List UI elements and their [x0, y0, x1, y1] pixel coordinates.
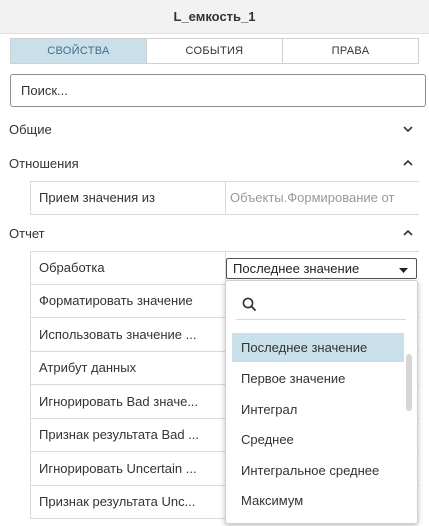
chevron-up-icon[interactable]: [403, 228, 413, 238]
section-general-label: Общие: [9, 121, 52, 137]
search-input[interactable]: [10, 74, 426, 107]
property-label: Игнорировать Bad значе...: [31, 385, 226, 418]
tab-rights[interactable]: ПРАВА: [283, 39, 418, 63]
dropdown-option[interactable]: Первое значение: [232, 364, 404, 393]
property-label: Признак результата Bad ...: [31, 418, 226, 451]
dropdown-search-field[interactable]: [236, 290, 406, 320]
dropdown-option[interactable]: Интеграл: [232, 395, 404, 424]
property-row-value-source: Прием значения из Объекты.Формирование о…: [31, 181, 419, 215]
section-relations-header[interactable]: Отношения: [9, 152, 413, 174]
property-label: Признак результата Unc...: [31, 485, 226, 518]
chevron-up-icon[interactable]: [403, 158, 413, 168]
property-label: Игнорировать Uncertain ...: [31, 452, 226, 485]
processing-select[interactable]: Последнее значение: [226, 258, 417, 279]
caret-down-icon: [399, 261, 408, 276]
relations-property-table: Прием значения из Объекты.Формирование о…: [30, 181, 419, 215]
dropdown-option[interactable]: Интегральное среднее: [232, 456, 404, 485]
property-label: Использовать значение ...: [31, 318, 226, 351]
section-report-label: Отчет: [9, 225, 45, 241]
tab-properties[interactable]: СВОЙСТВА: [11, 39, 147, 63]
dropdown-option[interactable]: Последнее значение: [232, 333, 404, 362]
processing-select-value: Последнее значение: [233, 261, 360, 276]
property-value-input[interactable]: Объекты.Формирование от: [226, 182, 419, 214]
property-label: Форматировать значение: [31, 284, 226, 317]
property-label: Обработка: [31, 252, 226, 284]
section-relations-label: Отношения: [9, 155, 79, 171]
chevron-down-icon[interactable]: [403, 124, 413, 134]
section-report-header[interactable]: Отчет: [9, 222, 413, 244]
dropdown-option[interactable]: Максимум: [232, 486, 404, 515]
search-icon: [242, 297, 257, 312]
property-label: Прием значения из: [31, 182, 226, 214]
section-general-header[interactable]: Общие: [9, 118, 413, 140]
property-label: Атрибут данных: [31, 351, 226, 384]
dropdown-scrollbar[interactable]: [406, 354, 412, 411]
tab-events[interactable]: СОБЫТИЯ: [147, 39, 283, 63]
tab-bar: СВОЙСТВА СОБЫТИЯ ПРАВА: [10, 38, 419, 64]
dropdown-option[interactable]: Среднее: [232, 425, 404, 454]
window-title: L_емкость_1: [0, 0, 429, 34]
processing-dropdown-menu: Последнее значение Первое значение Интег…: [225, 280, 418, 524]
